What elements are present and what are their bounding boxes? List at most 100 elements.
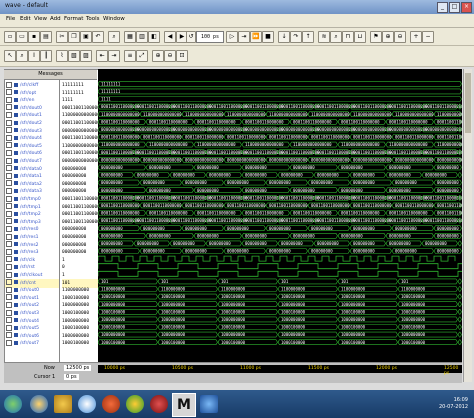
chrome-icon[interactable] xyxy=(126,395,144,413)
expand-icon[interactable] xyxy=(6,172,12,179)
expand-icon[interactable] xyxy=(6,203,12,210)
wave-find-icon[interactable]: ⌕ xyxy=(330,31,342,43)
waveform-trace[interactable]: 1000100000 1000100000 1000100000 1000100000… xyxy=(97,293,462,300)
align-icon[interactable]: ≡ xyxy=(124,50,136,62)
expand-icon[interactable] xyxy=(6,149,12,156)
expand-icon[interactable] xyxy=(6,195,12,202)
run-icon[interactable]: ▷ xyxy=(226,31,238,43)
step-into-icon[interactable]: ↓ xyxy=(278,31,290,43)
print-icon[interactable]: ▤ xyxy=(40,31,52,43)
waveform-trace[interactable]: 0000000000000000000000000000000000000000… xyxy=(97,248,462,254)
waveform-trace[interactable]: 11111111 xyxy=(97,81,462,87)
expand-icon[interactable] xyxy=(6,279,12,286)
prev-cursor-icon[interactable]: ⇤ xyxy=(96,50,108,62)
expand-icon[interactable] xyxy=(6,309,12,316)
expand-icon[interactable] xyxy=(6,180,12,187)
save-icon[interactable]: ▪ xyxy=(28,31,40,43)
zoom-full-icon[interactable]: ⤢ xyxy=(136,50,148,62)
waveform-trace[interactable]: 101 101 101 101 101 101 xyxy=(97,278,462,285)
select-mode-icon[interactable]: ↖ xyxy=(4,50,16,62)
compile-icon[interactable]: ▦ xyxy=(124,31,136,43)
expand-icon[interactable] xyxy=(6,218,12,225)
waveform-trace[interactable]: 0000000000000000000000000000000000000000… xyxy=(97,179,462,186)
waveform-trace[interactable]: 0000000000000000000000000000000000000000… xyxy=(97,233,462,239)
run-continue-icon[interactable]: ⇥ xyxy=(238,31,250,43)
expand-icon[interactable] xyxy=(6,157,12,164)
zoom-fit-icon[interactable]: ⊡ xyxy=(176,50,188,62)
paste-icon[interactable]: ▣ xyxy=(80,31,92,43)
expand-icon[interactable] xyxy=(6,294,12,301)
modelsim-icon[interactable]: M xyxy=(172,393,196,417)
waveform-canvas[interactable]: 1111111111111111111100011001100000000001… xyxy=(97,69,474,362)
start-icon[interactable] xyxy=(4,395,22,413)
expand-icon[interactable] xyxy=(6,119,12,126)
waveform-trace[interactable]: 0001100110000000000110011000000000011001… xyxy=(97,210,474,216)
cut-icon[interactable]: ✂ xyxy=(56,31,68,43)
menu-view[interactable]: View xyxy=(34,16,47,22)
bookmark-icon[interactable]: ⚑ xyxy=(370,31,382,43)
cursor-add-icon[interactable]: ⊕ xyxy=(382,31,394,43)
expand-icon[interactable] xyxy=(6,286,12,293)
waveform-trace[interactable]: 1100000000000000 1100000000000000 11000000… xyxy=(97,111,474,117)
waveform-trace[interactable]: 0001100110000000000110011000000000011001… xyxy=(97,149,464,155)
insert-divider-icon[interactable]: ┃ xyxy=(40,50,52,62)
expand-icon[interactable] xyxy=(6,324,12,331)
maximize-icon[interactable]: □ xyxy=(449,2,460,13)
waveform-trace[interactable]: 1100000000 1100000000 1100000000 1100000000… xyxy=(97,286,462,292)
compile-all-icon[interactable]: ▥ xyxy=(136,31,148,43)
expand-icon[interactable] xyxy=(6,271,12,278)
step-back-icon[interactable]: ◀ xyxy=(164,31,176,43)
restart-icon[interactable]: ↺ xyxy=(186,31,196,43)
expand-icon[interactable] xyxy=(6,165,12,172)
waveform-trace[interactable]: 0000000000000000000000000000000000000000… xyxy=(97,240,462,247)
find-icon[interactable]: ⌕ xyxy=(108,31,120,43)
expand-icon[interactable] xyxy=(6,233,12,240)
expand-icon[interactable] xyxy=(6,256,12,263)
waveform-trace[interactable] xyxy=(97,263,474,270)
waveform-trace[interactable]: 0000000000000000000000000000000000000000… xyxy=(97,164,462,171)
menu-tools[interactable]: Tools xyxy=(86,16,100,22)
cursor-icon[interactable]: I xyxy=(28,50,40,62)
ungroup-icon[interactable]: ▨ xyxy=(80,50,92,62)
waveform-trace[interactable] xyxy=(97,255,456,262)
cursor-delete-icon[interactable]: ⊖ xyxy=(394,31,406,43)
run-length-input[interactable]: 100 ps xyxy=(196,31,224,43)
new-file-icon[interactable]: ▫ xyxy=(4,31,16,43)
waveform-trace[interactable]: 1100000000000000 1100000000000000 11000000… xyxy=(97,141,474,148)
waveform-pane[interactable]: 11111111 11111111 1111 0001100110000000 0001… xyxy=(97,69,474,362)
zoom-in-wave-icon[interactable]: ⊕ xyxy=(152,50,164,62)
waveform-trace[interactable]: 1000100000 1000100000 1000100000 1000100000… xyxy=(97,324,462,330)
expand-icon[interactable] xyxy=(6,339,12,346)
app-icon[interactable] xyxy=(150,395,168,413)
media-icon[interactable] xyxy=(78,395,96,413)
scroll-thumb[interactable] xyxy=(465,73,471,133)
waveform-trace[interactable]: 0000000000000000000000000000000000000000… xyxy=(97,157,474,163)
waveform-trace[interactable]: 0001100110000000000110011000000000011001… xyxy=(97,217,464,224)
waveform-trace[interactable]: 1000100000 1000100000 1000100000 1000100000… xyxy=(97,339,462,345)
waveform-trace[interactable]: 0001100110000000000110011000000000011001… xyxy=(97,195,464,201)
step-over-icon[interactable]: ↷ xyxy=(290,31,302,43)
menu-window[interactable]: Window xyxy=(103,16,125,22)
expand-icon[interactable] xyxy=(6,142,12,149)
expand-icon[interactable] xyxy=(6,134,12,141)
close-icon[interactable]: × xyxy=(461,2,472,13)
zoom-mode-icon[interactable]: ⌕ xyxy=(16,50,28,62)
next-cursor-icon[interactable]: ⇥ xyxy=(108,50,120,62)
expand-icon[interactable] xyxy=(6,96,12,103)
copy-icon[interactable]: ❐ xyxy=(68,31,80,43)
waveform-trace[interactable]: 0001100110000000000110011000000000011001… xyxy=(97,202,474,209)
undo-icon[interactable]: ↶ xyxy=(92,31,104,43)
expand-icon[interactable] xyxy=(6,301,12,308)
expand-icon[interactable] xyxy=(6,241,12,248)
waveform-trace[interactable]: 0001100110000000000110011000000000011001… xyxy=(97,134,474,140)
waveform-trace[interactable] xyxy=(97,270,474,277)
minimize-icon[interactable]: _ xyxy=(437,2,448,13)
edit-wave-icon[interactable]: ⌇ xyxy=(56,50,68,62)
menu-edit[interactable]: Edit xyxy=(20,16,31,22)
waveform-trace[interactable]: 1000000000 1000000000 1000000000 1000000000… xyxy=(97,301,462,307)
run-all-icon[interactable]: ⏩ xyxy=(250,31,262,43)
waveform-trace[interactable]: 1000100000 1000100000 1000100000 1000100000… xyxy=(97,309,462,315)
menu-add[interactable]: Add xyxy=(50,16,61,22)
wave-edge-next-icon[interactable]: ⊔ xyxy=(354,31,366,43)
simulate-icon[interactable]: ◧ xyxy=(148,31,160,43)
